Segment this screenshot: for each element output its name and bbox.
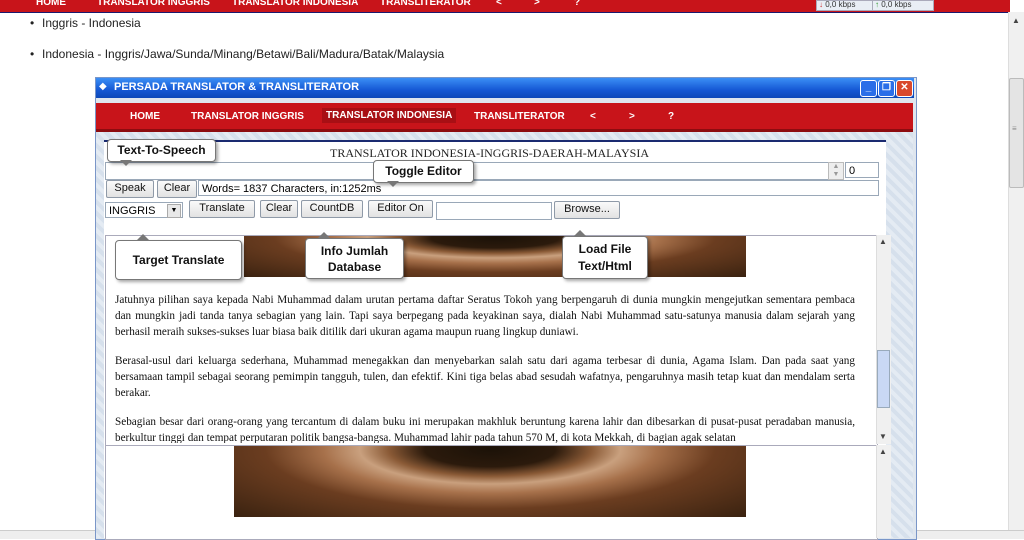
callout-pointer-icon — [120, 160, 132, 166]
source-scroll-up-icon[interactable]: ▲ — [876, 445, 890, 459]
browse-button[interactable]: Browse... — [554, 201, 620, 219]
paragraph-3-clip: Sebagian besar dari orang-orang yang ter… — [115, 414, 855, 443]
language-select-value: INGGRIS — [109, 205, 156, 217]
site-nav-prev[interactable]: < — [496, 0, 502, 8]
editor-scrollbar[interactable] — [876, 235, 891, 444]
down-arrow-icon: ↓ — [819, 0, 823, 9]
speak-button[interactable]: Speak — [106, 180, 154, 198]
site-nav-underline — [0, 12, 1010, 13]
editor-scroll-down-icon[interactable]: ▼ — [876, 430, 890, 444]
bullet-indonesia-inggris: Indonesia - Inggris/Jawa/Sunda/Minang/Be… — [30, 47, 444, 61]
site-nav-translator-indonesia[interactable]: TRANSLATOR INDONESIA — [232, 0, 358, 8]
site-nav-help[interactable]: ? — [574, 0, 580, 8]
clear-translate-button[interactable]: Clear — [260, 200, 298, 218]
site-nav-transliterator[interactable]: TRANSLITERATOR — [380, 0, 471, 8]
app-nav-translator-indonesia[interactable]: TRANSLATOR INDONESIA — [322, 108, 457, 123]
up-arrow-icon: ↑ — [875, 0, 879, 9]
app-nav-transliterator[interactable]: TRANSLITERATOR — [474, 111, 565, 122]
countdb-button[interactable]: CountDB — [301, 200, 363, 218]
number-spinner-icon[interactable]: ▲ ▼ — [828, 162, 844, 180]
callout-info-line-2: Database — [327, 260, 382, 274]
app-nav-translator-inggris[interactable]: TRANSLATOR INGGRIS — [191, 111, 304, 122]
download-speed-indicator: ↓ 0,0 kbps — [816, 0, 874, 11]
status-field[interactable]: Words= 1837 Characters, in:1252ms — [198, 180, 879, 196]
site-nav-translator-inggris[interactable]: TRANSLATOR INGGRIS — [97, 0, 210, 8]
upload-speed-indicator: ↑ 0,0 kbps — [872, 0, 934, 11]
language-select[interactable]: INGGRIS ▼ — [105, 202, 183, 218]
site-nav-next[interactable]: > — [534, 0, 540, 8]
app-nav-next[interactable]: > — [629, 111, 635, 122]
translator-heading: TRANSLATOR INDONESIA-INGGRIS-DAERAH-MALA… — [330, 146, 650, 160]
callout-info-jumlah-database: Info Jumlah Database — [305, 238, 404, 279]
app-icon: ◆ — [99, 81, 107, 92]
paragraph-1: Jatuhnya pilihan saya kepada Nabi Muhamm… — [115, 294, 855, 338]
editor-scroll-up-icon[interactable]: ▲ — [876, 235, 890, 249]
minimize-button[interactable]: _ — [860, 80, 877, 97]
callout-pointer-icon — [387, 181, 399, 187]
panel-top-rule — [104, 140, 886, 142]
scrollbar-grip-icon: ≡ — [1012, 124, 1017, 133]
scroll-up-arrow-icon[interactable]: ▲ — [1009, 14, 1023, 28]
paragraph-2: Berasal-usul dari keluarga sederhana, Mu… — [115, 355, 855, 399]
chevron-down-icon[interactable]: ▼ — [167, 204, 181, 218]
app-nav-prev[interactable]: < — [590, 111, 596, 122]
callout-info-line-1: Info Jumlah — [320, 244, 389, 258]
callout-text-to-speech: Text-To-Speech — [107, 139, 216, 162]
paragraph-3: Sebagian besar dari orang-orang yang ter… — [115, 416, 855, 443]
site-nav-bar: HOME TRANSLATOR INGGRIS TRANSLATOR INDON… — [0, 0, 1010, 12]
dome-image-large — [234, 446, 746, 517]
translate-button[interactable]: Translate — [189, 200, 255, 218]
callout-pointer-icon — [574, 230, 586, 236]
download-speed-text: 0,0 kbps — [825, 0, 856, 9]
callout-load-line-2: Text/Html — [578, 259, 632, 273]
app-nav-help[interactable]: ? — [668, 111, 674, 122]
callout-pointer-icon — [318, 232, 330, 238]
app-nav-home[interactable]: HOME — [130, 111, 160, 122]
callout-load-line-1: Load File — [578, 242, 632, 256]
callout-toggle-editor: Toggle Editor — [373, 160, 474, 183]
site-nav-home[interactable]: HOME — [36, 0, 66, 8]
callout-target-translate: Target Translate — [115, 240, 242, 280]
file-path-input[interactable] — [436, 202, 552, 220]
editor-toggle-button[interactable]: Editor On — [368, 200, 433, 218]
bullet-inggris-indonesia: Inggris - Indonesia — [30, 16, 141, 30]
clear-button[interactable]: Clear — [157, 180, 197, 198]
app-nav-bar: HOME TRANSLATOR INGGRIS TRANSLATOR INDON… — [96, 103, 913, 132]
editor-scroll-thumb[interactable] — [877, 350, 890, 408]
window-title: PERSADA TRANSLATOR & TRANSLITERATOR — [114, 81, 360, 93]
callout-load-file: Load File Text/Html — [562, 236, 648, 279]
upload-speed-text: 0,0 kbps — [881, 0, 912, 9]
callout-pointer-icon — [137, 234, 149, 240]
number-field[interactable]: 0 — [845, 162, 879, 178]
page-scrollbar-thumb[interactable] — [1009, 78, 1024, 188]
close-button[interactable]: ✕ — [896, 80, 913, 97]
restore-button[interactable]: ❐ — [878, 80, 895, 97]
window-titlebar[interactable]: ◆ PERSADA TRANSLATOR & TRANSLITERATOR _ … — [96, 78, 914, 98]
